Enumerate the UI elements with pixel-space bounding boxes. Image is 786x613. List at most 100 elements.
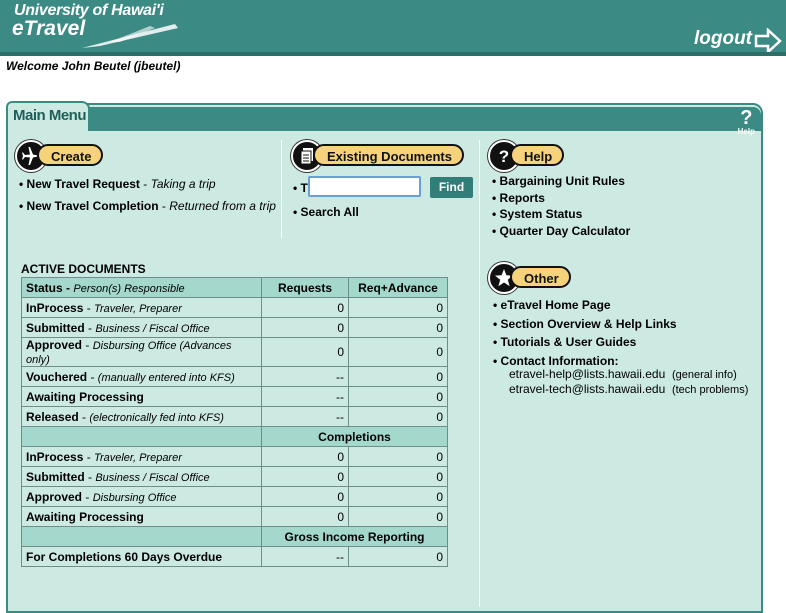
other-link-home-label: eTravel Home Page xyxy=(500,298,611,312)
requests-count[interactable]: -- xyxy=(261,366,349,387)
find-button[interactable]: Find xyxy=(430,177,473,198)
other-link-section-overview-label: Section Overview & Help Links xyxy=(500,317,677,331)
status-name[interactable]: Approved xyxy=(26,490,82,504)
table-row[interactable]: Awaiting Processing 0 0 xyxy=(21,506,448,527)
find-prefix-label: T xyxy=(300,181,308,195)
other-title: Other xyxy=(510,266,571,288)
status-desc: Disbursing Office xyxy=(92,491,177,504)
tab-bar: ? Help xyxy=(8,107,761,136)
status-separator: - xyxy=(84,320,96,335)
status-name[interactable]: InProcess xyxy=(26,301,83,315)
logout-arrow-icon[interactable] xyxy=(754,28,782,54)
divider-existing-help xyxy=(479,140,480,607)
existing-documents-title: Existing Documents xyxy=(313,144,464,166)
table-row[interactable]: Released - (electronically fed into KFS)… xyxy=(21,406,448,427)
req-advance-count[interactable]: 0 xyxy=(348,297,448,318)
logout-link[interactable]: logout xyxy=(694,28,752,50)
status-cell[interactable]: Awaiting Processing xyxy=(21,506,262,527)
status-separator: - xyxy=(87,369,98,384)
tab-main-menu[interactable]: Main Menu xyxy=(6,101,90,131)
status-desc: Traveler, Preparer xyxy=(94,302,182,315)
status-name[interactable]: Approved xyxy=(26,338,82,352)
requests-count[interactable]: 0 xyxy=(261,446,349,467)
status-cell[interactable]: For Completions 60 Days Overdue xyxy=(21,546,262,567)
contact-email-tech[interactable]: etravel-tech@lists.hawaii.edu xyxy=(509,382,665,396)
requests-count[interactable]: 0 xyxy=(261,486,349,507)
table-row[interactable]: InProcess - Traveler, Preparer 0 0 xyxy=(21,446,448,467)
help-title: Help xyxy=(510,144,565,166)
help-question-icon[interactable]: ? Help xyxy=(737,108,755,139)
new-travel-request-label: New Travel Request xyxy=(26,177,140,191)
app-header: University of Hawai'i eTravel logout xyxy=(0,0,786,56)
search-all-link[interactable]: • Search All xyxy=(293,205,359,219)
status-cell[interactable]: Submitted - Business / Fiscal Office xyxy=(21,466,262,487)
status-name[interactable]: Awaiting Processing xyxy=(26,510,144,524)
new-travel-completion-label: New Travel Completion xyxy=(26,199,159,213)
status-separator: - xyxy=(78,409,90,424)
requests-count[interactable]: 0 xyxy=(261,466,349,487)
status-name[interactable]: InProcess xyxy=(26,450,83,464)
status-cell[interactable]: Awaiting Processing xyxy=(21,386,262,407)
status-cell[interactable]: Released - (electronically fed into KFS) xyxy=(21,406,262,427)
other-link-home[interactable]: • eTravel Home Page xyxy=(493,298,611,312)
status-cell[interactable]: InProcess - Traveler, Preparer xyxy=(21,297,262,318)
req-advance-count[interactable]: 0 xyxy=(348,386,448,407)
requests-count[interactable]: -- xyxy=(261,386,349,407)
status-cell[interactable]: Submitted - Business / Fiscal Office xyxy=(21,317,262,338)
help-link-bargaining-label: Bargaining Unit Rules xyxy=(499,174,625,188)
status-desc: Traveler, Preparer xyxy=(94,451,182,464)
other-link-section-overview[interactable]: • Section Overview & Help Links xyxy=(493,317,677,331)
status-name[interactable]: Released xyxy=(26,410,79,424)
req-advance-count[interactable]: 0 xyxy=(348,406,448,427)
status-name[interactable]: Submitted xyxy=(26,321,85,335)
new-travel-request-link[interactable]: • New Travel Request - Taking a trip xyxy=(19,177,216,191)
req-advance-count[interactable]: 0 xyxy=(348,446,448,467)
requests-count[interactable]: 0 xyxy=(261,506,349,527)
completions-subheader-row: Completions xyxy=(21,426,448,447)
status-cell[interactable]: Vouchered - (manually entered into KFS) xyxy=(21,366,262,387)
help-link-quarter-day[interactable]: • Quarter Day Calculator xyxy=(492,224,630,238)
table-row[interactable]: Awaiting Processing -- 0 xyxy=(21,386,448,407)
new-travel-completion-link[interactable]: • New Travel Completion - Returned from … xyxy=(19,199,276,213)
contact-email-help-note: (general info) xyxy=(671,369,737,381)
status-desc: (manually entered into KFS) xyxy=(97,371,235,384)
contact-email-help[interactable]: etravel-help@lists.hawaii.edu xyxy=(509,367,665,381)
table-row[interactable]: For Completions 60 Days Overdue -- 0 xyxy=(21,546,448,567)
other-link-tutorials[interactable]: • Tutorials & User Guides xyxy=(493,335,636,349)
active-documents-table: Status - Person(s) Responsible Requests … xyxy=(21,277,448,567)
help-link-reports[interactable]: • Reports xyxy=(492,191,545,205)
table-row[interactable]: Approved - Disbursing Office 0 0 xyxy=(21,486,448,507)
help-icon-label: Help xyxy=(737,127,755,136)
req-advance-count[interactable]: 0 xyxy=(348,317,448,338)
table-row[interactable]: InProcess - Traveler, Preparer 0 0 xyxy=(21,297,448,318)
table-row[interactable]: Submitted - Business / Fiscal Office 0 0 xyxy=(21,466,448,487)
req-advance-count[interactable]: 0 xyxy=(348,337,448,367)
status-name[interactable]: For Completions 60 Days Overdue xyxy=(26,550,222,564)
status-name[interactable]: Vouchered xyxy=(26,370,87,384)
requests-count[interactable]: -- xyxy=(261,546,349,567)
status-cell[interactable]: Approved - Disbursing Office (Advances o… xyxy=(21,337,262,367)
help-link-system-status-label: System Status xyxy=(499,207,583,221)
req-advance-count[interactable]: 0 xyxy=(348,486,448,507)
status-name[interactable]: Submitted xyxy=(26,470,85,484)
requests-count[interactable]: -- xyxy=(261,406,349,427)
table-row[interactable]: Approved - Disbursing Office (Advances o… xyxy=(21,337,448,367)
help-link-bargaining[interactable]: • Bargaining Unit Rules xyxy=(492,174,625,188)
status-separator: - xyxy=(84,469,96,484)
status-cell[interactable]: Approved - Disbursing Office xyxy=(21,486,262,507)
requests-count[interactable]: 0 xyxy=(261,317,349,338)
table-row[interactable]: Vouchered - (manually entered into KFS) -… xyxy=(21,366,448,387)
req-advance-count[interactable]: 0 xyxy=(348,546,448,567)
new-travel-completion-desc: Returned from a trip xyxy=(169,199,276,213)
document-search-input[interactable] xyxy=(308,176,421,197)
req-advance-count[interactable]: 0 xyxy=(348,466,448,487)
req-advance-count[interactable]: 0 xyxy=(348,506,448,527)
requests-count[interactable]: 0 xyxy=(261,297,349,318)
status-cell[interactable]: InProcess - Traveler, Preparer xyxy=(21,446,262,467)
requests-count[interactable]: 0 xyxy=(261,337,349,367)
help-link-system-status[interactable]: • System Status xyxy=(492,207,582,221)
req-advance-count[interactable]: 0 xyxy=(348,366,448,387)
status-name[interactable]: Awaiting Processing xyxy=(26,390,144,404)
contact-emails: etravel-help@lists.hawaii.edu (general i… xyxy=(509,367,748,397)
table-row[interactable]: Submitted - Business / Fiscal Office 0 0 xyxy=(21,317,448,338)
